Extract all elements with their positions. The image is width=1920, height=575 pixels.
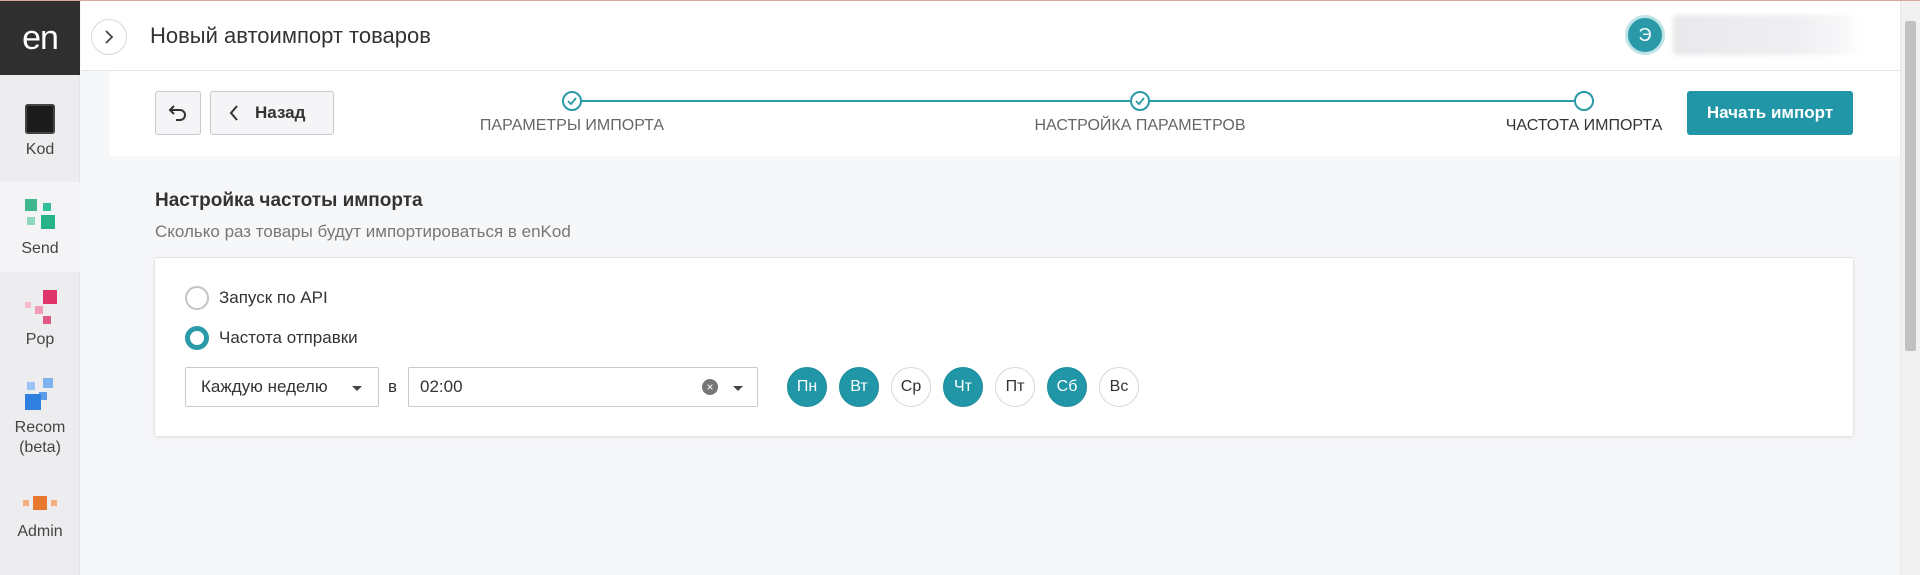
sidebar-item-sublabel: (beta) [19, 439, 61, 456]
option-api-launch[interactable]: Запуск по API [185, 286, 328, 310]
step-label-1[interactable]: ПАРАМЕТРЫ ИМПОРТА [480, 117, 664, 135]
day-toggle-fri[interactable]: Пт [995, 367, 1035, 407]
step-connector-2 [1140, 100, 1584, 102]
period-select[interactable]: Каждую неделю [185, 367, 379, 407]
caret-down-icon[interactable] [733, 386, 743, 391]
back-button[interactable]: Назад [210, 91, 334, 135]
section-title: Настройка частоты импорта [155, 190, 423, 211]
sidebar-item-label: Kod [25, 141, 55, 158]
day-toggle-mon[interactable]: Пн [787, 367, 827, 407]
app-sidebar: en Kod Send Pop Recom (beta) Admin [0, 1, 80, 575]
option-label: Запуск по API [219, 288, 328, 307]
frequency-card: Запуск по API Частота отправки Каждую не… [154, 257, 1854, 437]
option-label: Частота отправки [219, 328, 358, 347]
radio-api[interactable] [185, 286, 209, 310]
sidebar-item-label: Pop [25, 331, 55, 348]
radio-frequency[interactable] [185, 326, 209, 350]
undo-button[interactable] [155, 91, 201, 135]
step-2-check-icon [1130, 91, 1150, 111]
chevron-left-icon [229, 105, 238, 121]
step-1-check-icon [562, 91, 582, 111]
scrollbar-thumb[interactable] [1905, 21, 1916, 351]
recom-icon [23, 378, 57, 412]
sidebar-item-send[interactable]: Send [0, 182, 80, 272]
time-select[interactable]: 02:00 × [408, 367, 758, 407]
wizard-bar: Назад ПАРАМЕТРЫ ИМПОРТА НАСТРОЙКА ПАРАМЕ… [110, 71, 1900, 156]
day-toggle-thu[interactable]: Чт [943, 367, 983, 407]
start-import-button[interactable]: Начать импорт [1687, 91, 1853, 135]
sidebar-item-admin[interactable]: Admin [0, 494, 80, 542]
section-subtitle: Сколько раз товары будут импортироваться… [155, 222, 571, 241]
time-value: 02:00 [420, 377, 463, 396]
page-header: Новый автоимпорт товаров Э [81, 1, 1901, 71]
sidebar-item-label: Admin [17, 523, 63, 540]
period-value: Каждую неделю [201, 377, 328, 396]
sidebar-item-label: Send [21, 240, 59, 257]
sidebar-item-kod[interactable]: Kod [0, 104, 80, 160]
kod-icon [25, 104, 55, 134]
sidebar-item-pop[interactable]: Pop [0, 290, 80, 350]
page-title: Новый автоимпорт товаров [150, 23, 431, 48]
clear-icon[interactable]: × [702, 379, 718, 395]
avatar[interactable]: Э [1625, 15, 1665, 55]
pop-icon [23, 290, 57, 324]
user-name-blurred[interactable] [1673, 15, 1863, 55]
page-scrollbar[interactable] [1900, 1, 1920, 575]
app-logo[interactable]: en [0, 1, 80, 75]
step-3-circle-icon [1574, 91, 1594, 111]
expand-sidebar-button[interactable] [91, 19, 127, 55]
caret-down-icon [352, 386, 362, 391]
sidebar-item-label: Recom [14, 419, 66, 436]
undo-icon [168, 105, 186, 121]
step-connector-1 [572, 100, 1130, 102]
send-icon [23, 199, 57, 233]
day-toggle-wed[interactable]: Ср [891, 367, 931, 407]
day-toggle-sun[interactable]: Вс [1099, 367, 1139, 407]
back-button-label: Назад [255, 103, 306, 122]
day-toggle-tue[interactable]: Вт [839, 367, 879, 407]
step-label-3[interactable]: ЧАСТОТА ИМПОРТА [1506, 117, 1663, 135]
day-toggle-sat[interactable]: Сб [1047, 367, 1087, 407]
admin-icon [23, 494, 57, 516]
chevron-right-icon [105, 30, 114, 44]
step-label-2[interactable]: НАСТРОЙКА ПАРАМЕТРОВ [1034, 117, 1245, 135]
sidebar-item-recom[interactable]: Recom (beta) [0, 378, 80, 458]
at-label: в [388, 377, 398, 396]
option-send-frequency[interactable]: Частота отправки [185, 326, 358, 350]
